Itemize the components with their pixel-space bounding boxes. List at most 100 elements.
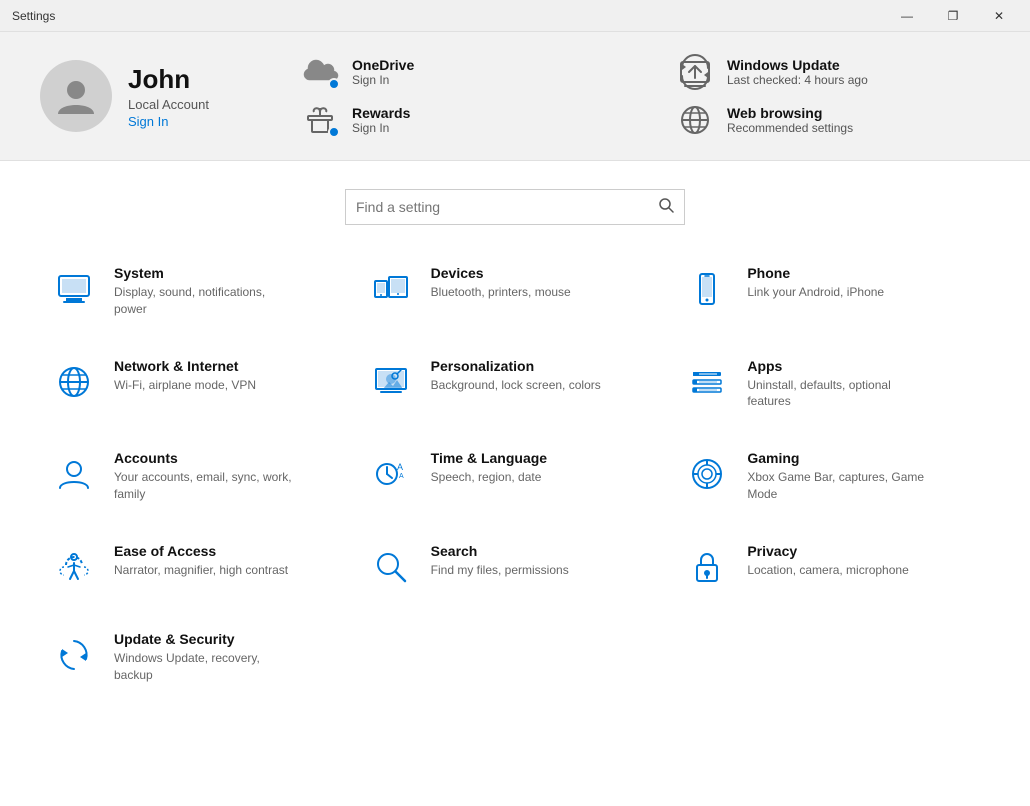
svg-text:A: A (399, 473, 404, 480)
windows-update-icon-wrap (675, 52, 715, 92)
time-language-desc: Speech, region, date (431, 469, 547, 486)
onedrive-text: OneDrive Sign In (352, 57, 414, 87)
setting-update-security[interactable]: Update & Security Windows Update, recove… (40, 611, 357, 704)
time-language-title: Time & Language (431, 450, 547, 466)
minimize-button[interactable]: — (884, 0, 930, 32)
personalization-title: Personalization (431, 358, 601, 374)
windows-update-text: Windows Update Last checked: 4 hours ago (727, 57, 868, 87)
network-title: Network & Internet (114, 358, 256, 374)
gaming-text: Gaming Xbox Game Bar, captures, Game Mod… (747, 450, 927, 503)
service-onedrive[interactable]: OneDrive Sign In (300, 52, 615, 92)
windows-update-title: Windows Update (727, 57, 868, 73)
search-box[interactable] (345, 189, 685, 225)
personalization-text: Personalization Background, lock screen,… (431, 358, 601, 394)
maximize-button[interactable]: ❐ (930, 0, 976, 32)
title-bar: Settings — ❐ ✕ (0, 0, 1030, 32)
setting-gaming[interactable]: Gaming Xbox Game Bar, captures, Game Mod… (673, 430, 990, 523)
devices-icon (367, 265, 415, 313)
profile-info: John Local Account Sign In (128, 64, 209, 129)
system-icon (50, 265, 98, 313)
personalization-icon (367, 358, 415, 406)
ease-of-access-desc: Narrator, magnifier, high contrast (114, 562, 288, 579)
update-security-text: Update & Security Windows Update, recove… (114, 631, 294, 684)
service-web-browsing[interactable]: Web browsing Recommended settings (675, 100, 990, 140)
update-security-title: Update & Security (114, 631, 294, 647)
apps-desc: Uninstall, defaults, optional features (747, 377, 927, 411)
update-security-desc: Windows Update, recovery, backup (114, 650, 294, 684)
onedrive-sub: Sign In (352, 73, 414, 87)
privacy-desc: Location, camera, microphone (747, 562, 908, 579)
header-services: OneDrive Sign In Window (300, 52, 990, 140)
setting-personalization[interactable]: Personalization Background, lock screen,… (357, 338, 674, 431)
network-desc: Wi-Fi, airplane mode, VPN (114, 377, 256, 394)
system-desc: Display, sound, notifications, power (114, 284, 294, 318)
accounts-desc: Your accounts, email, sync, work, family (114, 469, 294, 503)
service-rewards[interactable]: Rewards Sign In (300, 100, 615, 140)
privacy-title: Privacy (747, 543, 908, 559)
rewards-title: Rewards (352, 105, 410, 121)
window-controls: — ❐ ✕ (884, 0, 1022, 32)
devices-desc: Bluetooth, printers, mouse (431, 284, 571, 301)
profile-account-type: Local Account (128, 97, 209, 112)
ease-of-access-icon (50, 543, 98, 591)
rewards-badge (328, 126, 340, 138)
time-language-text: Time & Language Speech, region, date (431, 450, 547, 486)
setting-ease-of-access[interactable]: Ease of Access Narrator, magnifier, high… (40, 523, 357, 611)
network-text: Network & Internet Wi-Fi, airplane mode,… (114, 358, 256, 394)
search-area (0, 161, 1030, 245)
search-setting-desc: Find my files, permissions (431, 562, 569, 579)
web-browsing-icon-wrap (675, 100, 715, 140)
setting-system[interactable]: System Display, sound, notifications, po… (40, 245, 357, 338)
web-browsing-title: Web browsing (727, 105, 853, 121)
app-title: Settings (12, 9, 55, 23)
phone-text: Phone Link your Android, iPhone (747, 265, 884, 301)
settings-grid: System Display, sound, notifications, po… (0, 245, 1030, 703)
setting-accounts[interactable]: Accounts Your accounts, email, sync, wor… (40, 430, 357, 523)
rewards-text: Rewards Sign In (352, 105, 410, 135)
gaming-desc: Xbox Game Bar, captures, Game Mode (747, 469, 927, 503)
accounts-text: Accounts Your accounts, email, sync, wor… (114, 450, 294, 503)
web-browsing-text: Web browsing Recommended settings (727, 105, 853, 135)
onedrive-title: OneDrive (352, 57, 414, 73)
search-input[interactable] (356, 199, 658, 215)
gaming-title: Gaming (747, 450, 927, 466)
apps-title: Apps (747, 358, 927, 374)
devices-text: Devices Bluetooth, printers, mouse (431, 265, 571, 301)
time-language-icon: A A (367, 450, 415, 498)
profile-signin-link[interactable]: Sign In (128, 114, 209, 129)
phone-desc: Link your Android, iPhone (747, 284, 884, 301)
search-setting-icon (367, 543, 415, 591)
svg-text:A: A (397, 462, 403, 472)
setting-apps[interactable]: Apps Uninstall, defaults, optional featu… (673, 338, 990, 431)
privacy-icon (683, 543, 731, 591)
personalization-desc: Background, lock screen, colors (431, 377, 601, 394)
profile-name: John (128, 64, 209, 95)
network-icon (50, 358, 98, 406)
search-setting-text: Search Find my files, permissions (431, 543, 569, 579)
web-browsing-sub: Recommended settings (727, 121, 853, 135)
ease-of-access-text: Ease of Access Narrator, magnifier, high… (114, 543, 288, 579)
setting-time-language[interactable]: A A Time & Language Speech, region, date (357, 430, 674, 523)
phone-icon (683, 265, 731, 313)
phone-title: Phone (747, 265, 884, 281)
service-windows-update[interactable]: Windows Update Last checked: 4 hours ago (675, 52, 990, 92)
setting-network[interactable]: Network & Internet Wi-Fi, airplane mode,… (40, 338, 357, 431)
onedrive-icon-wrap (300, 52, 340, 92)
accounts-icon (50, 450, 98, 498)
accounts-title: Accounts (114, 450, 294, 466)
close-button[interactable]: ✕ (976, 0, 1022, 32)
search-icon-button[interactable] (658, 197, 674, 218)
setting-devices[interactable]: Devices Bluetooth, printers, mouse (357, 245, 674, 338)
ease-of-access-title: Ease of Access (114, 543, 288, 559)
update-security-icon (50, 631, 98, 679)
setting-phone[interactable]: Phone Link your Android, iPhone (673, 245, 990, 338)
profile-section: John Local Account Sign In (40, 60, 260, 132)
apps-icon (683, 358, 731, 406)
setting-privacy[interactable]: Privacy Location, camera, microphone (673, 523, 990, 611)
header-area: John Local Account Sign In OneDrive Sign… (0, 32, 1030, 161)
gaming-icon (683, 450, 731, 498)
devices-title: Devices (431, 265, 571, 281)
setting-search[interactable]: Search Find my files, permissions (357, 523, 674, 611)
privacy-text: Privacy Location, camera, microphone (747, 543, 908, 579)
system-text: System Display, sound, notifications, po… (114, 265, 294, 318)
